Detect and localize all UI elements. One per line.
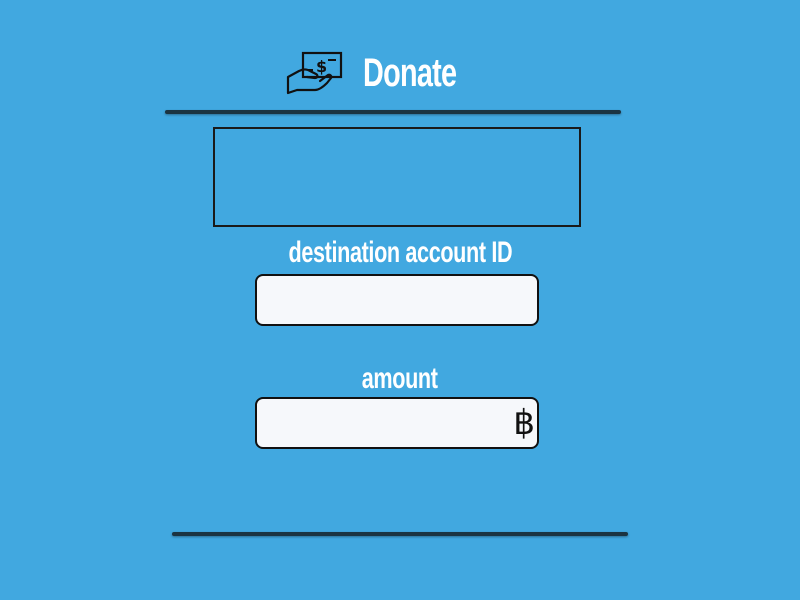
amount-label: amount <box>0 362 800 396</box>
amount-field: ฿ <box>255 397 539 449</box>
bottom-divider <box>172 532 628 536</box>
header: $ Donate <box>285 48 493 98</box>
svg-text:$: $ <box>316 57 327 76</box>
display-box <box>213 127 581 227</box>
amount-label-text: amount <box>362 362 438 395</box>
destination-label-text: destination account ID <box>288 236 512 269</box>
destination-label: destination account ID <box>0 236 800 270</box>
page-title: Donate <box>363 50 457 95</box>
donate-money-hand-icon: $ <box>286 51 343 95</box>
top-divider <box>165 110 621 114</box>
amount-input[interactable] <box>255 397 539 449</box>
baht-currency-icon: ฿ <box>513 403 535 443</box>
destination-account-input[interactable] <box>255 274 539 326</box>
